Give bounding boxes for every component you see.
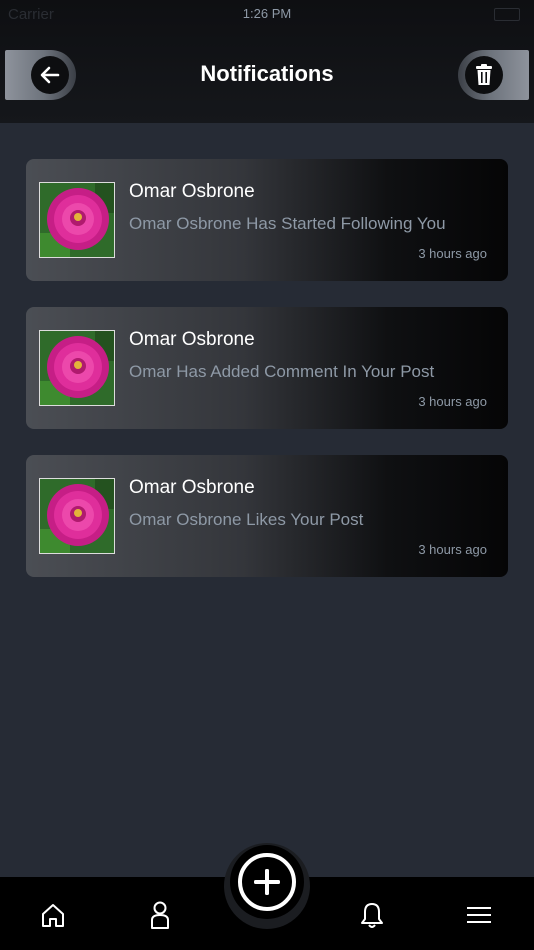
avatar [39,182,115,258]
delete-button-circle [465,56,503,94]
status-time: 1:26 PM [242,6,292,21]
delete-all-button[interactable] [458,50,529,100]
add-post-button[interactable] [230,845,304,919]
tab-menu[interactable] [459,897,499,933]
menu-icon [467,907,491,923]
trash-icon [476,64,492,85]
flower-image [40,331,114,405]
avatar [39,330,115,406]
notification-time: 3 hours ago [418,394,487,409]
notification-time: 3 hours ago [418,542,487,557]
avatar [39,478,115,554]
flower-image [40,183,114,257]
battery-icon [494,8,520,21]
notification-item[interactable]: Omar Osbrone Omar Osbrone Has Started Fo… [26,159,508,281]
person-icon [151,901,169,929]
status-bar: Carrier 1:26 PM [0,4,534,24]
notification-item[interactable]: Omar Osbrone Omar Osbrone Likes Your Pos… [26,455,508,577]
header: Carrier 1:26 PM Notifications [0,0,534,123]
notification-message: Omar Osbrone Has Started Following You [129,214,446,233]
flower-image [40,479,114,553]
notification-name: Omar Osbrone [129,329,255,350]
home-icon [42,904,64,927]
tab-home[interactable] [33,897,73,933]
notifications-list: Omar Osbrone Omar Osbrone Has Started Fo… [26,159,508,603]
notification-item[interactable]: Omar Osbrone Omar Has Added Comment In Y… [26,307,508,429]
notification-name: Omar Osbrone [129,181,255,202]
tab-profile[interactable] [140,897,180,933]
tab-notifications[interactable] [352,897,392,933]
notification-message: Omar Osbrone Likes Your Post [129,510,364,529]
notification-message: Omar Has Added Comment In Your Post [129,362,435,381]
notification-name: Omar Osbrone [129,477,255,498]
page-title: Notifications [200,61,334,86]
plus-circle-icon [238,853,296,911]
bell-icon [361,903,383,928]
notification-time: 3 hours ago [418,246,487,261]
